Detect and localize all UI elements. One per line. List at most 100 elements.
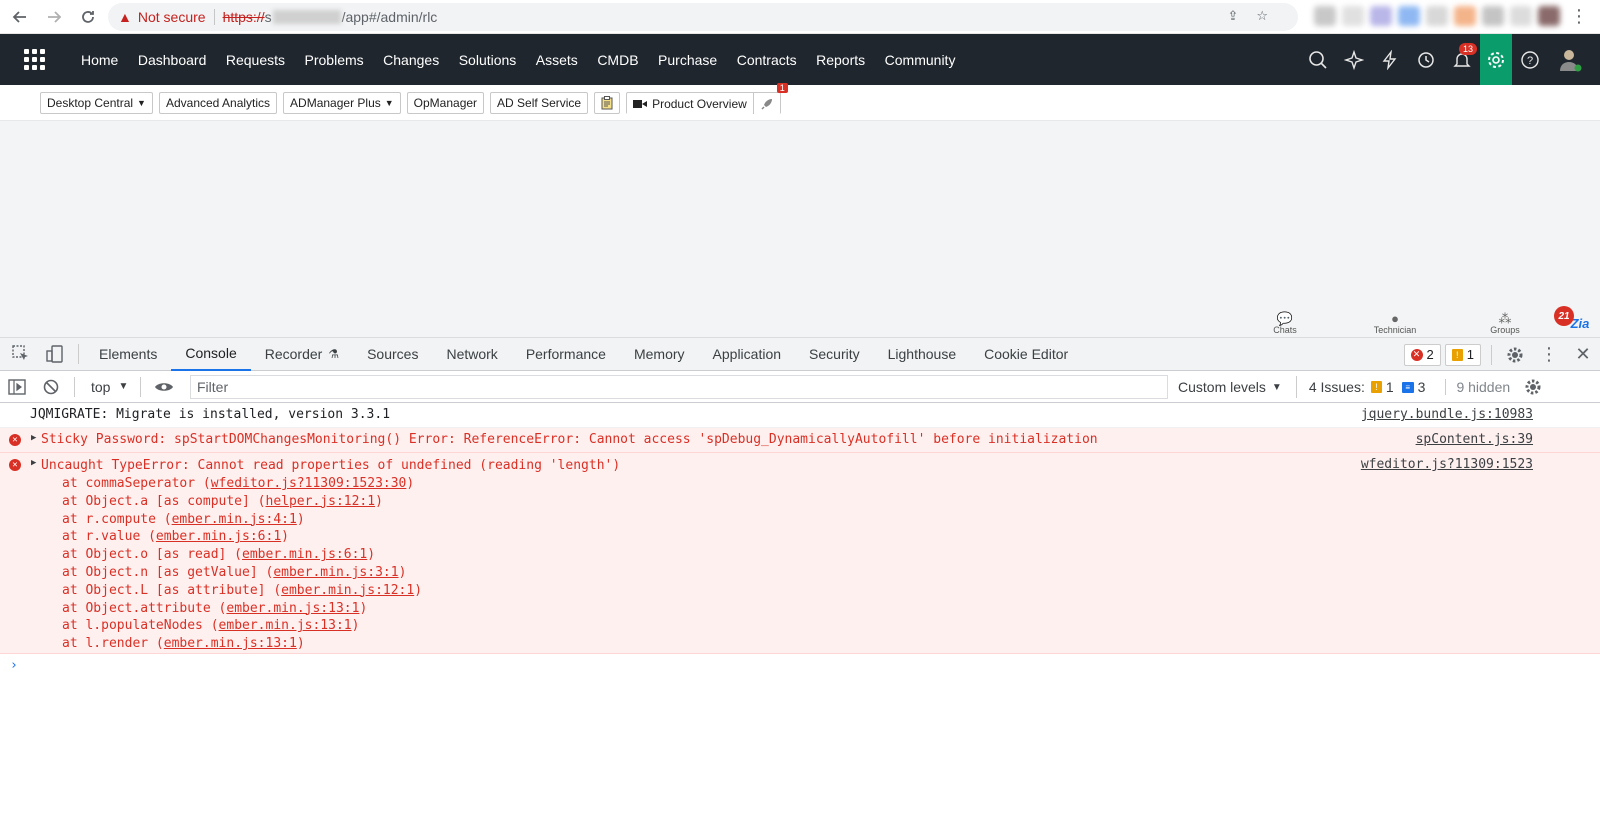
source-link[interactable]: spContent.js:39 (1416, 432, 1533, 447)
quick-actions-button[interactable] (1372, 34, 1408, 85)
tab-network[interactable]: Network (432, 338, 511, 371)
extension-icon[interactable] (1482, 6, 1504, 26)
frame-link[interactable]: ember.min.js:4:1 (172, 512, 297, 527)
nav-problems[interactable]: Problems (305, 52, 364, 68)
frame-link[interactable]: ember.min.js:13:1 (164, 636, 297, 651)
expand-triangle-icon[interactable]: ▶ (31, 458, 36, 468)
device-toolbar-button[interactable] (38, 338, 72, 371)
close-devtools-button[interactable]: ✕ (1566, 338, 1600, 371)
extension-icon[interactable] (1398, 6, 1420, 26)
star-icon[interactable]: ☆ (1256, 8, 1268, 24)
issues-button[interactable]: 4 Issues: ! 1 ≡ 3 (1295, 376, 1432, 398)
extension-icon[interactable] (1314, 6, 1336, 26)
whats-new-button[interactable] (753, 92, 780, 115)
nav-purchase[interactable]: Purchase (658, 52, 717, 68)
admin-settings-button[interactable] (1480, 34, 1512, 85)
tab-cookie-editor[interactable]: Cookie Editor (970, 338, 1082, 371)
url-path: /app#/admin/rlc (341, 9, 438, 25)
frame-text: at l.populateNodes ( (62, 618, 219, 634)
ad-self-service-button[interactable]: AD Self Service (490, 91, 589, 114)
live-expression-button[interactable] (147, 370, 181, 403)
ai-sparkle-button[interactable] (1336, 34, 1372, 85)
address-bar[interactable]: ▲ Not secure https:// s /app#/admin/rlc … (108, 3, 1298, 31)
zia-button[interactable]: 21 Zia (1554, 306, 1600, 337)
nav-requests[interactable]: Requests (226, 52, 285, 68)
tab-performance[interactable]: Performance (512, 338, 620, 371)
notifications-button[interactable]: 13 (1444, 34, 1480, 85)
expand-triangle-icon[interactable]: ▶ (31, 433, 36, 443)
nav-cmdb[interactable]: CMDB (597, 52, 638, 68)
frame-link[interactable]: helper.js:12:1 (266, 494, 376, 509)
search-button[interactable] (1300, 34, 1336, 85)
nav-home[interactable]: Home (81, 52, 118, 68)
frame-link[interactable]: ember.min.js:13:1 (219, 618, 352, 633)
frame-link[interactable]: ember.min.js:3:1 (273, 565, 398, 580)
extension-icon[interactable] (1426, 6, 1448, 26)
extension-icon[interactable] (1342, 6, 1364, 26)
show-sidebar-button[interactable] (0, 370, 34, 403)
opmanager-button[interactable]: OpManager (406, 91, 485, 114)
nav-assets[interactable]: Assets (536, 52, 578, 68)
whats-new-badge: 1 (776, 82, 788, 93)
user-avatar[interactable] (1554, 44, 1586, 76)
log-levels-dropdown[interactable]: Custom levels ▼ (1178, 379, 1282, 395)
tab-memory[interactable]: Memory (620, 338, 699, 371)
nav-changes[interactable]: Changes (383, 52, 439, 68)
frame-link[interactable]: ember.min.js:13:1 (226, 601, 359, 616)
devtools-menu-button[interactable]: ⋮ (1532, 338, 1566, 371)
groups-button[interactable]: ⁂ Groups (1450, 312, 1560, 337)
product-overview-button[interactable]: Product Overview (627, 92, 753, 115)
nav-community[interactable]: Community (885, 52, 956, 68)
share-icon[interactable]: ⇪ (1227, 8, 1238, 24)
tab-console[interactable]: Console (171, 338, 251, 371)
tab-elements[interactable]: Elements (85, 338, 171, 371)
forward-button[interactable] (40, 3, 68, 31)
zia-badge: 21 (1554, 306, 1574, 326)
console-settings-button[interactable] (1516, 371, 1550, 404)
clipboard-button[interactable] (594, 91, 621, 114)
nav-dashboard[interactable]: Dashboard (138, 52, 207, 68)
browser-menu-icon[interactable]: ⋮ (1570, 6, 1588, 27)
error-count-button[interactable]: ✕ 2 (1403, 343, 1441, 366)
help-button[interactable]: ? (1512, 34, 1548, 85)
console-filter-input[interactable]: Filter (190, 375, 1168, 399)
profile-avatar[interactable] (1538, 6, 1560, 26)
source-link[interactable]: wfeditor.js?11309:1523 (1361, 457, 1533, 472)
frame-text: at Object.n [as getValue] ( (62, 564, 274, 580)
warning-count-button[interactable]: ! 1 (1444, 343, 1481, 366)
frame-link[interactable]: ember.min.js:6:1 (242, 547, 367, 562)
extension-icon[interactable] (1454, 6, 1476, 26)
desktop-central-button[interactable]: Desktop Central ▼ (40, 91, 153, 114)
source-link[interactable]: jquery.bundle.js:10983 (1361, 407, 1533, 422)
context-selector[interactable]: top ▼ (91, 379, 128, 395)
console-prompt[interactable]: › (0, 654, 1600, 678)
technician-button[interactable]: ● Technician (1340, 312, 1450, 337)
devtools-settings-button[interactable] (1498, 338, 1532, 371)
chats-button[interactable]: 💬 Chats (1230, 312, 1340, 337)
extension-icon[interactable] (1510, 6, 1532, 26)
error-icon: ✕ (1410, 348, 1423, 361)
nav-reports[interactable]: Reports (816, 52, 865, 68)
nav-contracts[interactable]: Contracts (737, 52, 797, 68)
frame-link[interactable]: wfeditor.js?11309:1523:30 (211, 476, 407, 491)
app-launcher-icon[interactable] (18, 44, 50, 76)
advanced-analytics-button[interactable]: Advanced Analytics (158, 91, 278, 114)
tab-recorder[interactable]: Recorder ⚗ (251, 338, 353, 371)
extension-icon[interactable] (1370, 6, 1392, 26)
tab-security[interactable]: Security (795, 338, 874, 371)
clear-console-button[interactable] (34, 370, 68, 403)
frame-close: ) (414, 582, 423, 598)
tab-lighthouse[interactable]: Lighthouse (874, 338, 971, 371)
tab-sources[interactable]: Sources (353, 338, 432, 371)
frame-link[interactable]: ember.min.js:6:1 (156, 529, 281, 544)
admanager-plus-button[interactable]: ADManager Plus ▼ (283, 91, 401, 114)
back-button[interactable] (6, 3, 34, 31)
inspect-element-button[interactable] (4, 338, 38, 371)
nav-solutions[interactable]: Solutions (459, 52, 517, 68)
error-count: 2 (1426, 347, 1434, 362)
reload-button[interactable] (74, 3, 102, 31)
frame-link[interactable]: ember.min.js:12:1 (281, 583, 414, 598)
hidden-messages-count: 9 hidden (1445, 379, 1510, 395)
history-button[interactable] (1408, 34, 1444, 85)
tab-application[interactable]: Application (699, 338, 796, 371)
